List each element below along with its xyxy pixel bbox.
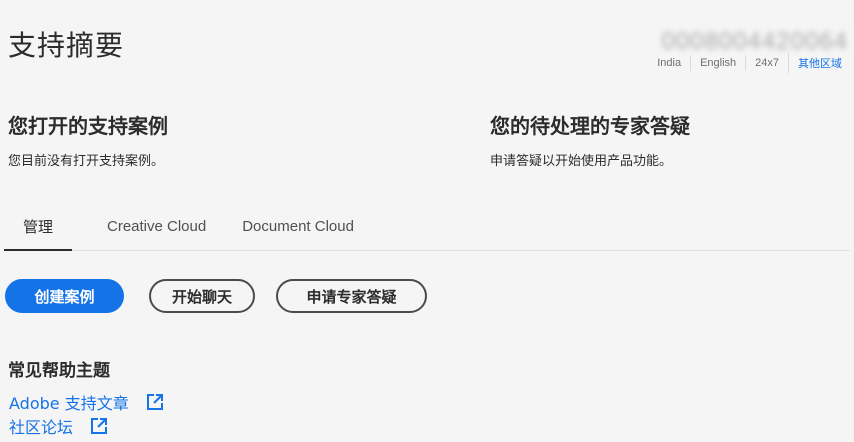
region-language: English [690,55,745,71]
external-link-icon [145,392,165,412]
region-availability: 24x7 [745,55,788,71]
support-articles-link[interactable]: Adobe 支持文章 [9,390,165,414]
expert-sessions-section: 您的待处理的专家答疑 申请答疑以开始使用产品功能。 [490,110,690,169]
region-country: India [657,57,682,69]
request-expert-button[interactable]: 申请专家答疑 [276,279,427,313]
page-title: 支持摘要 [8,29,125,62]
help-topics-heading: 常见帮助主题 [8,361,110,381]
community-forum-link[interactable]: 社区论坛 [9,414,109,438]
community-forum-label: 社区论坛 [9,418,74,437]
start-chat-button[interactable]: 开始聊天 [149,279,255,313]
expert-sessions-message: 申请答疑以开始使用产品功能。 [490,154,673,169]
tab-creative-cloud[interactable]: Creative Cloud [107,202,206,250]
create-case-button[interactable]: 创建案例 [5,279,124,313]
region-bar: India English 24x7 其他区域 [648,53,842,73]
open-cases-message: 您目前没有打开支持案例。 [8,154,165,169]
expert-sessions-heading: 您的待处理的专家答疑 [490,114,690,138]
tab-bar: 管理 Creative Cloud Document Cloud [4,202,850,251]
open-cases-heading: 您打开的支持案例 [8,114,168,138]
account-id: 0008004420064 [661,28,848,55]
open-cases-section: 您打开的支持案例 您目前没有打开支持案例。 [8,110,168,169]
support-articles-label: Adobe 支持文章 [9,394,129,413]
tab-manage[interactable]: 管理 [4,202,72,251]
other-regions-link[interactable]: 其他区域 [788,53,842,73]
tab-document-cloud[interactable]: Document Cloud [242,202,354,250]
external-link-icon [89,416,109,436]
